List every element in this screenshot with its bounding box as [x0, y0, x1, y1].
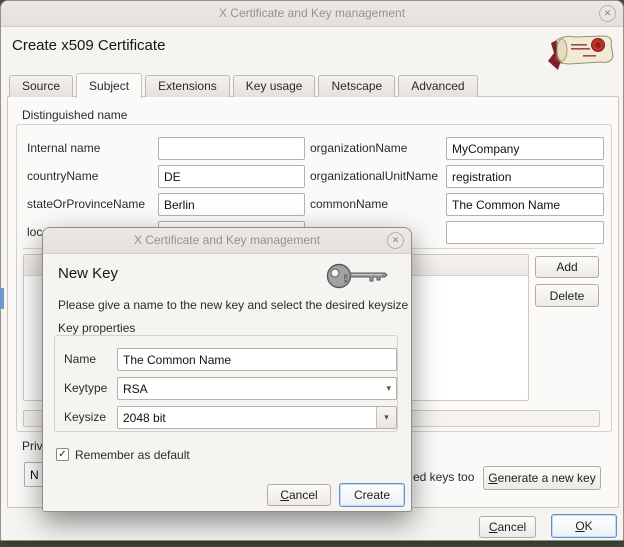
key-name-label: Name	[64, 348, 96, 371]
organization-name-label: organizationName	[310, 137, 407, 160]
tab-subject[interactable]: Subject	[76, 73, 142, 98]
organization-name-input[interactable]	[446, 137, 604, 160]
keytype-label: Keytype	[64, 377, 107, 400]
main-window-title: X Certificate and Key management	[219, 6, 405, 20]
keytype-value: RSA	[123, 382, 148, 396]
add-button[interactable]: Add	[535, 256, 599, 278]
chevron-down-icon: ▾	[384, 412, 389, 423]
background-window-edge	[0, 288, 4, 309]
tab-netscape[interactable]: Netscape	[318, 75, 395, 97]
delete-button[interactable]: Delete	[535, 284, 599, 307]
remember-default-checkbox[interactable]: ✓	[56, 448, 69, 461]
modal-cancel-button[interactable]: Cancel	[267, 484, 331, 506]
key-properties-groupbox: Name Keytype RSA ▾ Keysize 2048 bit ▾	[54, 335, 398, 432]
svg-text:XCA: XCA	[342, 274, 348, 284]
keysize-dropdown-button[interactable]: ▾	[376, 407, 396, 428]
close-icon: ✕	[392, 235, 400, 245]
remember-default-label[interactable]: Remember as default	[75, 448, 190, 462]
used-keys-too-label[interactable]: ed keys too	[413, 470, 474, 484]
close-icon: ✕	[604, 8, 612, 18]
tab-advanced[interactable]: Advanced	[398, 75, 477, 97]
generate-new-key-button[interactable]: Generate a new key	[483, 466, 601, 490]
key-name-input[interactable]	[117, 348, 397, 371]
internal-name-label: Internal name	[27, 137, 100, 160]
private-key-combo-value: N	[30, 468, 39, 482]
keysize-select[interactable]: 2048 bit ▾	[117, 406, 397, 429]
screen: X Certificate and Key management ✕ Creat…	[0, 0, 624, 547]
organizational-unit-name-label: organizationalUnitName	[310, 165, 438, 188]
main-cancel-button[interactable]: Cancel	[479, 516, 536, 538]
new-key-heading: New Key	[58, 265, 118, 282]
state-or-province-name-label: stateOrProvinceName	[27, 193, 145, 216]
common-name-label: commonName	[310, 193, 388, 216]
keysize-value: 2048 bit	[123, 411, 166, 425]
organizational-unit-name-input[interactable]	[446, 165, 604, 188]
main-ok-button[interactable]: OK	[551, 514, 617, 538]
modal-close-button[interactable]: ✕	[387, 232, 404, 249]
internal-name-input[interactable]	[158, 137, 305, 160]
main-titlebar[interactable]: X Certificate and Key management ✕	[1, 1, 623, 27]
country-name-label: countryName	[27, 165, 98, 188]
page-title: Create x509 Certificate	[12, 37, 165, 54]
modal-titlebar[interactable]: X Certificate and Key management ✕	[43, 228, 411, 254]
tab-bar: Source Subject Extensions Key usage Nets…	[9, 72, 481, 97]
main-close-button[interactable]: ✕	[599, 5, 616, 22]
country-name-input[interactable]	[158, 165, 305, 188]
create-button[interactable]: Create	[339, 483, 405, 507]
state-or-province-name-input[interactable]	[158, 193, 305, 216]
tab-extensions[interactable]: Extensions	[145, 75, 230, 97]
keytype-select[interactable]: RSA ▾	[117, 377, 397, 400]
key-icon: XCA	[326, 261, 388, 291]
common-name-input[interactable]	[446, 193, 604, 216]
check-icon: ✓	[58, 449, 66, 460]
email-address-input[interactable]	[446, 221, 604, 244]
key-properties-label: Key properties	[58, 321, 135, 335]
tab-source[interactable]: Source	[9, 75, 73, 97]
tab-key-usage[interactable]: Key usage	[233, 75, 316, 97]
xca-scroll-logo	[541, 31, 617, 73]
new-key-description: Please give a name to the new key and se…	[58, 298, 408, 312]
new-key-dialog-window: X Certificate and Key management ✕ New K…	[42, 227, 412, 512]
distinguished-name-label: Distinguished name	[22, 108, 127, 122]
modal-window-title: X Certificate and Key management	[134, 233, 320, 247]
keysize-label: Keysize	[64, 406, 106, 429]
chevron-down-icon: ▾	[386, 383, 396, 394]
